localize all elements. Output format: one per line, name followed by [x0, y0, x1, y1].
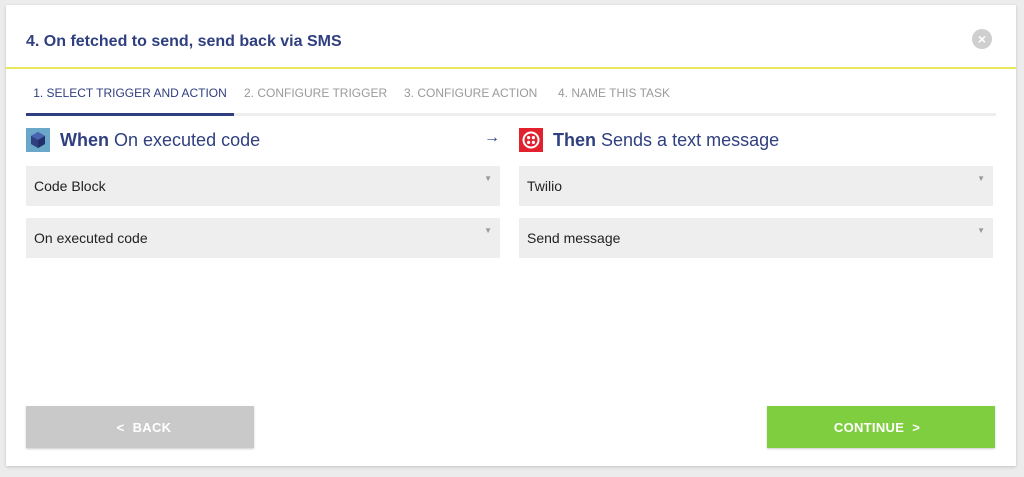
trigger-keyword: When	[60, 129, 109, 150]
modal-title: 4. On fetched to send, send back via SMS	[26, 33, 342, 50]
close-icon[interactable]: ×	[972, 29, 992, 49]
tab-name-this-task[interactable]: 4. NAME THIS TASK	[554, 69, 674, 113]
modal-header: 4. On fetched to send, send back via SMS…	[6, 5, 1016, 69]
action-heading: Then Sends a text message	[519, 127, 779, 153]
caret-down-icon: ▼	[484, 174, 492, 183]
chevron-left-icon: <	[116, 419, 125, 435]
code-block-icon	[26, 128, 50, 152]
trigger-heading: When On executed code	[26, 127, 260, 153]
trigger-app-value: Code Block	[34, 178, 106, 194]
action-description: Sends a text message	[601, 129, 780, 150]
continue-button[interactable]: CONTINUE >	[767, 406, 995, 448]
back-button[interactable]: < BACK	[26, 406, 254, 448]
action-app-select[interactable]: Twilio ▼	[519, 166, 993, 206]
action-event-select[interactable]: Send message ▼	[519, 218, 993, 258]
caret-down-icon: ▼	[977, 226, 985, 235]
tab-select-trigger-and-action[interactable]: 1. SELECT TRIGGER AND ACTION	[26, 69, 234, 116]
action-event-value: Send message	[527, 230, 621, 246]
task-modal: 4. On fetched to send, send back via SMS…	[6, 5, 1016, 466]
trigger-event-value: On executed code	[34, 230, 148, 246]
arrow-right-icon: →	[484, 129, 500, 146]
caret-down-icon: ▼	[484, 226, 492, 235]
chevron-right-icon: >	[912, 419, 921, 435]
wizard-tabs: 1. SELECT TRIGGER AND ACTION 2. CONFIGUR…	[26, 69, 996, 116]
action-keyword: Then	[553, 129, 596, 150]
trigger-description: On executed code	[114, 129, 261, 150]
tab-configure-trigger[interactable]: 2. CONFIGURE TRIGGER	[244, 69, 387, 113]
twilio-icon	[519, 128, 543, 152]
caret-down-icon: ▼	[977, 174, 985, 183]
trigger-event-select[interactable]: On executed code ▼	[26, 218, 500, 258]
trigger-app-select[interactable]: Code Block ▼	[26, 166, 500, 206]
continue-button-label: CONTINUE	[833, 419, 905, 435]
back-button-label: BACK	[132, 419, 172, 435]
tab-configure-action[interactable]: 3. CONFIGURE ACTION	[404, 69, 537, 113]
action-app-value: Twilio	[527, 178, 563, 194]
